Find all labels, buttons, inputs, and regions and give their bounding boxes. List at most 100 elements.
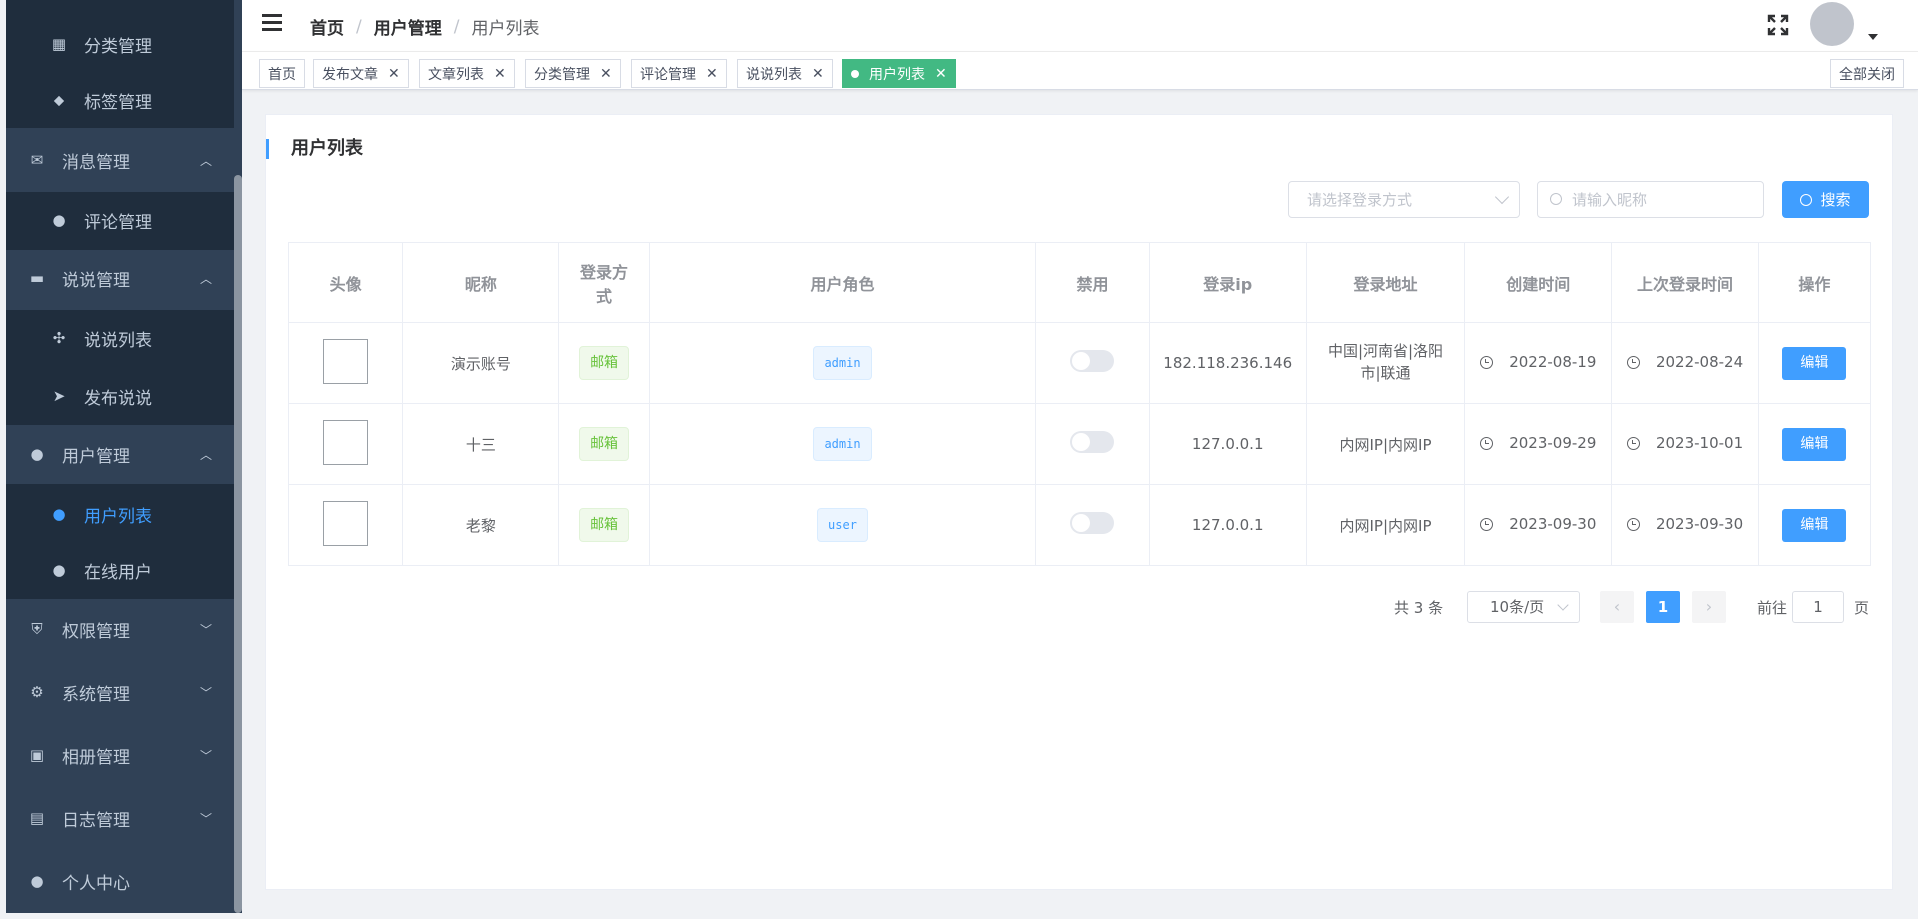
column-header: 昵称 — [402, 242, 560, 323]
tag-article-list[interactable]: 文章列表 ✕ — [419, 59, 515, 88]
user-avatar-image — [323, 500, 369, 546]
login-type-select[interactable]: 请选择登录方式 — [1288, 181, 1520, 218]
tag-label: 发布文章 — [322, 66, 378, 83]
prev-page-button[interactable]: ‹ — [1600, 591, 1634, 623]
grid-icon: ▦ — [51, 35, 67, 53]
goto-suffix: 页 — [1854, 599, 1870, 617]
clock-icon — [1626, 517, 1640, 531]
sidebar-item-online-users[interactable]: ● 在线用户 — [6, 542, 234, 598]
next-page-button[interactable]: › — [1692, 591, 1726, 623]
sidebar-item-talk-list[interactable]: ✣ 说说列表 — [6, 310, 234, 366]
disable-switch[interactable] — [1070, 512, 1115, 534]
chevron-down-icon — [1494, 189, 1510, 205]
page-title: 用户列表 — [266, 139, 363, 159]
sidebar-item-user-management[interactable]: ● 用户管理 ︿ — [6, 426, 234, 482]
caret-down-icon[interactable] — [1868, 34, 1878, 40]
sidebar-item-label: 日志管理 — [62, 810, 130, 831]
sidebar-item-logs[interactable]: ▤ 日志管理 ﹀ — [6, 790, 234, 846]
header: 首页 / 用户管理 / 用户列表 — [242, 0, 1918, 52]
edit-button[interactable]: 编辑 — [1782, 427, 1847, 461]
disable-switch[interactable] — [1070, 431, 1115, 453]
sidebar-item-albums[interactable]: ▣ 相册管理 ﹀ — [6, 727, 234, 783]
sidebar-item-category[interactable]: ▦ 分类管理 — [6, 16, 234, 72]
login-type-tag: 邮箱 — [579, 346, 630, 380]
sidebar-item-system[interactable]: ⚙ 系统管理 ﹀ — [6, 664, 234, 720]
nickname-cell: 十三 — [402, 403, 560, 485]
goto-page-input[interactable]: 1 — [1792, 591, 1844, 623]
clock-icon — [1626, 436, 1640, 450]
hamburger-icon[interactable] — [262, 14, 282, 34]
mail-icon: ✉ — [30, 151, 44, 169]
message-icon: ▬ — [29, 269, 45, 287]
tag-comments[interactable]: 评论管理 ✕ — [631, 59, 727, 88]
nickname-placeholder: 请输入昵称 — [1572, 191, 1648, 209]
tags-view: 首页 发布文章 ✕ 文章列表 ✕ 分类管理 ✕ 评论管理 ✕ 说说列表 ✕ 用户… — [242, 52, 1918, 90]
disable-switch[interactable] — [1070, 350, 1115, 372]
sidebar-item-label: 评论管理 — [84, 212, 152, 233]
sidebar-item-permissions[interactable]: ⛨ 权限管理 ﹀ — [6, 601, 234, 657]
close-icon[interactable]: ✕ — [706, 66, 718, 82]
edit-button[interactable]: 编辑 — [1782, 508, 1847, 542]
edit-button[interactable]: 编辑 — [1782, 346, 1847, 380]
sidebar-scrollbar[interactable] — [234, 175, 242, 913]
pinwheel-icon: ✣ — [52, 329, 66, 347]
tag-talk-list[interactable]: 说说列表 ✕ — [737, 59, 833, 88]
sidebar-item-label: 分类管理 — [84, 36, 152, 57]
sidebar-item-label: 相册管理 — [62, 747, 130, 768]
close-all-button[interactable]: 全部关闭 — [1830, 59, 1904, 88]
search-button[interactable]: 搜索 — [1782, 181, 1869, 218]
clock-icon — [1626, 355, 1640, 369]
tag-home[interactable]: 首页 — [259, 59, 305, 88]
sidebar-item-label: 在线用户 — [84, 562, 152, 583]
column-header: 登录地址 — [1305, 242, 1466, 323]
sidebar-item-label: 权限管理 — [62, 621, 130, 642]
sidebar-item-comments[interactable]: ● 评论管理 — [6, 192, 234, 248]
role-tag: admin — [813, 427, 872, 461]
breadcrumb-user-management[interactable]: 用户管理 — [374, 14, 442, 39]
last-login-time: 2022-08-24 — [1626, 353, 1744, 372]
fullscreen-icon[interactable] — [1766, 13, 1790, 37]
table-row: 十三 邮箱 admin 127.0.0.1 内网IP|内网IP 2023-09-… — [287, 403, 1872, 485]
sidebar-item-messages[interactable]: ✉ 消息管理 ︿ — [6, 132, 234, 188]
user-icon: ● — [30, 445, 44, 463]
sidebar-item-tags[interactable]: ⬥ 标签管理 — [6, 72, 234, 128]
nickname-cell: 老黎 — [402, 484, 560, 566]
close-icon[interactable]: ✕ — [935, 66, 947, 82]
user-avatar-image — [323, 419, 369, 465]
send-icon: ➤ — [52, 387, 66, 405]
nickname-cell: 演示账号 — [402, 322, 560, 404]
created-date: 2023-09-29 — [1509, 434, 1597, 453]
user-list-card: 用户列表 请选择登录方式 请输入昵称 搜索 头像 昵称 登录方式 用户角色 禁用… — [265, 114, 1893, 890]
column-header: 操作 — [1757, 242, 1872, 323]
user-table: 头像 昵称 登录方式 用户角色 禁用 登录ip 登录地址 创建时间 上次登录时间… — [287, 242, 1872, 566]
chevron-down-icon: ﹀ — [199, 622, 212, 637]
close-icon[interactable]: ✕ — [494, 66, 506, 82]
page-size-value: 10条/页 — [1490, 598, 1545, 616]
close-icon[interactable]: ✕ — [600, 66, 612, 82]
tag-label: 首页 — [268, 66, 296, 83]
page-number-current[interactable]: 1 — [1646, 591, 1680, 623]
pagination-total: 共 3 条 — [1394, 599, 1444, 617]
shield-icon: ⛨ — [31, 620, 43, 638]
close-icon[interactable]: ✕ — [388, 66, 400, 82]
last-login-date: 2022-08-24 — [1655, 353, 1744, 372]
tag-category[interactable]: 分类管理 ✕ — [525, 59, 621, 88]
search-icon — [1550, 193, 1562, 205]
avatar[interactable] — [1810, 2, 1854, 46]
last-login-time: 2023-09-30 — [1626, 515, 1743, 533]
page-size-select[interactable]: 10条/页 — [1467, 591, 1580, 623]
tag-user-list[interactable]: 用户列表 ✕ — [842, 59, 956, 88]
sidebar-item-profile[interactable]: ● 个人中心 — [6, 853, 234, 909]
sidebar-item-user-list[interactable]: ● 用户列表 — [6, 486, 234, 542]
chevron-up-icon: ︿ — [199, 447, 212, 462]
sidebar-item-talks[interactable]: ▬ 说说管理 ︿ — [6, 250, 234, 306]
nickname-search-input[interactable]: 请输入昵称 — [1537, 181, 1764, 218]
breadcrumb-home[interactable]: 首页 — [310, 14, 344, 39]
user-avatar-image — [323, 338, 369, 384]
table-row: 老黎 邮箱 user 127.0.0.1 内网IP|内网IP 2023-09-3… — [287, 484, 1872, 566]
tag-publish-article[interactable]: 发布文章 ✕ — [313, 59, 409, 88]
gear-icon: ⚙ — [30, 683, 44, 701]
close-icon[interactable]: ✕ — [812, 66, 824, 82]
column-header: 登录方式 — [558, 242, 650, 323]
sidebar-item-publish-talk[interactable]: ➤ 发布说说 — [6, 368, 234, 424]
